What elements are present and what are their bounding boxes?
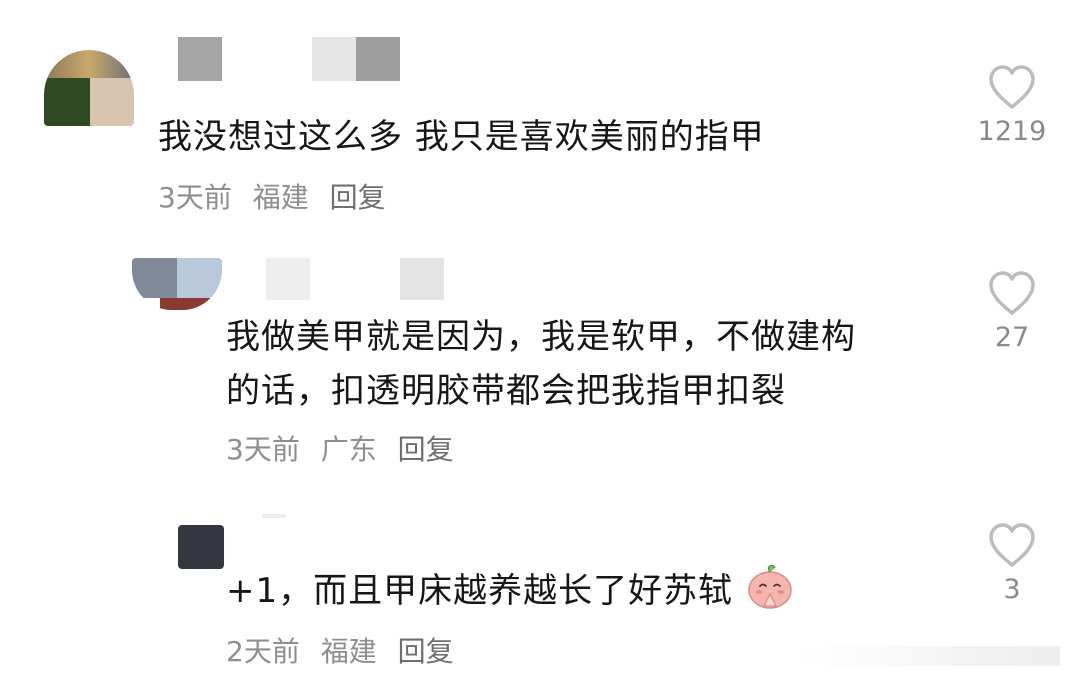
comment-text: 我做美甲就是因为，我是软甲，不做建构 的话，扣透明胶带都会把我指甲扣裂 (226, 310, 956, 418)
comment-text: +1，而且甲床越养越长了好苏轼 (226, 562, 956, 626)
praying-peach-emoji (745, 562, 795, 626)
comment-time: 2天前 (226, 635, 300, 668)
comment-text-line: 我做美甲就是因为，我是软甲，不做建构 (226, 317, 856, 357)
reply-button[interactable]: 回复 (330, 181, 386, 214)
reply-button[interactable]: 回复 (398, 635, 454, 668)
comment-text-line: +1，而且甲床越养越长了好苏轼 (226, 571, 734, 611)
like-count: 27 (994, 322, 1030, 353)
comment-meta: 2天前 福建 回复 (226, 630, 466, 670)
comment-time: 3天前 (158, 181, 232, 214)
comment-meta: 3天前 广东 回复 (226, 428, 466, 468)
avatar[interactable] (178, 525, 224, 569)
comment-meta: 3天前 福建 回复 (158, 176, 398, 216)
like-button[interactable]: 27 (962, 270, 1062, 353)
username-censored[interactable] (266, 258, 446, 300)
heart-icon (989, 523, 1035, 567)
username-censored[interactable] (178, 37, 400, 81)
like-button[interactable]: 1219 (962, 64, 1062, 147)
comment-location: 福建 (320, 635, 377, 668)
heart-icon (989, 271, 1035, 315)
comment-text: 我没想过这么多 我只是喜欢美丽的指甲 (158, 117, 765, 157)
like-button[interactable]: 3 (962, 522, 1062, 605)
username-censored[interactable] (262, 514, 286, 518)
like-count: 1219 (977, 116, 1047, 147)
avatar[interactable] (44, 50, 134, 126)
comment-text-line: 的话，扣透明胶带都会把我指甲扣裂 (226, 371, 786, 411)
watermark (800, 646, 1060, 666)
reply-button[interactable]: 回复 (398, 433, 454, 466)
avatar[interactable] (132, 258, 222, 310)
like-count: 3 (1003, 574, 1021, 605)
comment-time: 3天前 (226, 433, 300, 466)
comment-location: 广东 (320, 433, 377, 466)
heart-icon (989, 65, 1035, 109)
comment-location: 福建 (252, 181, 309, 214)
